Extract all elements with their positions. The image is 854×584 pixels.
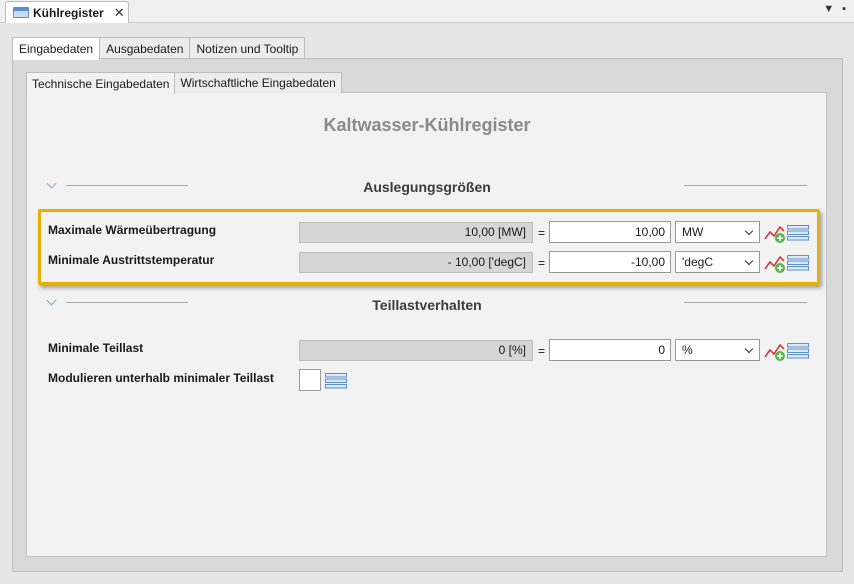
view-controls: ▼ ▪ [823, 3, 846, 15]
readonly-value-teillast: 0 [%] [299, 340, 533, 361]
list-icon[interactable] [325, 373, 347, 389]
input-minimale-austrittstemperatur[interactable] [549, 251, 671, 273]
close-icon[interactable]: ✕ [114, 5, 125, 21]
inner-tab-panel [26, 92, 827, 557]
tab-wirtschaftliche-eingabedaten[interactable]: Wirtschaftliche Eingabedaten [174, 72, 342, 93]
tab-technische-eingabedaten[interactable]: Technische Eingabedaten [26, 72, 176, 94]
editor-tab-bar: Kühlregister ✕ ▼ ▪ [0, 0, 854, 23]
unit-select-teillast[interactable]: % [675, 339, 760, 361]
readonly-value-waermeuebertragung: 10,00 [MW] [299, 222, 533, 243]
editor-tab-title: Kühlregister [33, 5, 104, 20]
equals-sign: = [538, 226, 546, 240]
label-minimale-austrittstemperatur: Minimale Austrittstemperatur [48, 253, 215, 267]
window-icon [13, 7, 29, 18]
input-minimale-teillast[interactable] [549, 339, 671, 361]
list-icon[interactable] [787, 343, 809, 359]
label-maximale-waermeuebertragung: Maximale Wärmeübertragung [48, 223, 217, 237]
inner-tab-strip: Technische Eingabedaten Wirtschaftliche … [26, 72, 342, 94]
chevron-down-icon [744, 226, 754, 236]
unit-select-austrittstemperatur[interactable]: 'degC [675, 251, 760, 273]
page-title: Kaltwasser-Kühlregister [323, 115, 531, 135]
list-icon[interactable] [787, 225, 809, 241]
input-maximale-waermeuebertragung[interactable] [549, 221, 671, 243]
checkbox-modulieren-unterhalb[interactable] [299, 369, 321, 391]
label-minimale-teillast: Minimale Teillast [48, 341, 144, 355]
chart-add-icon[interactable] [764, 254, 786, 274]
chevron-down-icon [744, 256, 754, 266]
section-title-auslegungsgroessen: Auslegungsgrößen [363, 179, 491, 195]
chevron-down-icon [744, 344, 754, 354]
label-modulieren-unterhalb: Modulieren unterhalb minimaler Teillast [48, 371, 274, 385]
maximize-icon[interactable]: ▪ [842, 3, 846, 15]
readonly-value-austrittstemperatur: - 10,00 ['degC] [299, 252, 533, 273]
tab-eingabedaten[interactable]: Eingabedaten [12, 37, 101, 60]
unit-select-waermeuebertragung[interactable]: MW [675, 221, 760, 243]
tab-notizen-und-tooltip[interactable]: Notizen und Tooltip [189, 37, 306, 59]
chart-add-icon[interactable] [764, 342, 786, 362]
unit-select-value: % [682, 343, 693, 357]
equals-sign: = [538, 344, 546, 358]
list-icon[interactable] [787, 255, 809, 271]
view-menu-icon[interactable]: ▼ [823, 3, 834, 15]
outer-tab-strip: Eingabedaten Ausgabedaten Notizen und To… [12, 37, 306, 60]
unit-select-value: 'degC [682, 255, 713, 269]
equals-sign: = [538, 256, 546, 270]
editor-tab-kuehlregister[interactable]: Kühlregister ✕ [5, 1, 129, 23]
section-title-teillastverhalten: Teillastverhalten [372, 297, 482, 313]
chart-add-icon[interactable] [764, 224, 786, 244]
unit-select-value: MW [682, 225, 704, 239]
tab-ausgabedaten[interactable]: Ausgabedaten [99, 37, 191, 59]
